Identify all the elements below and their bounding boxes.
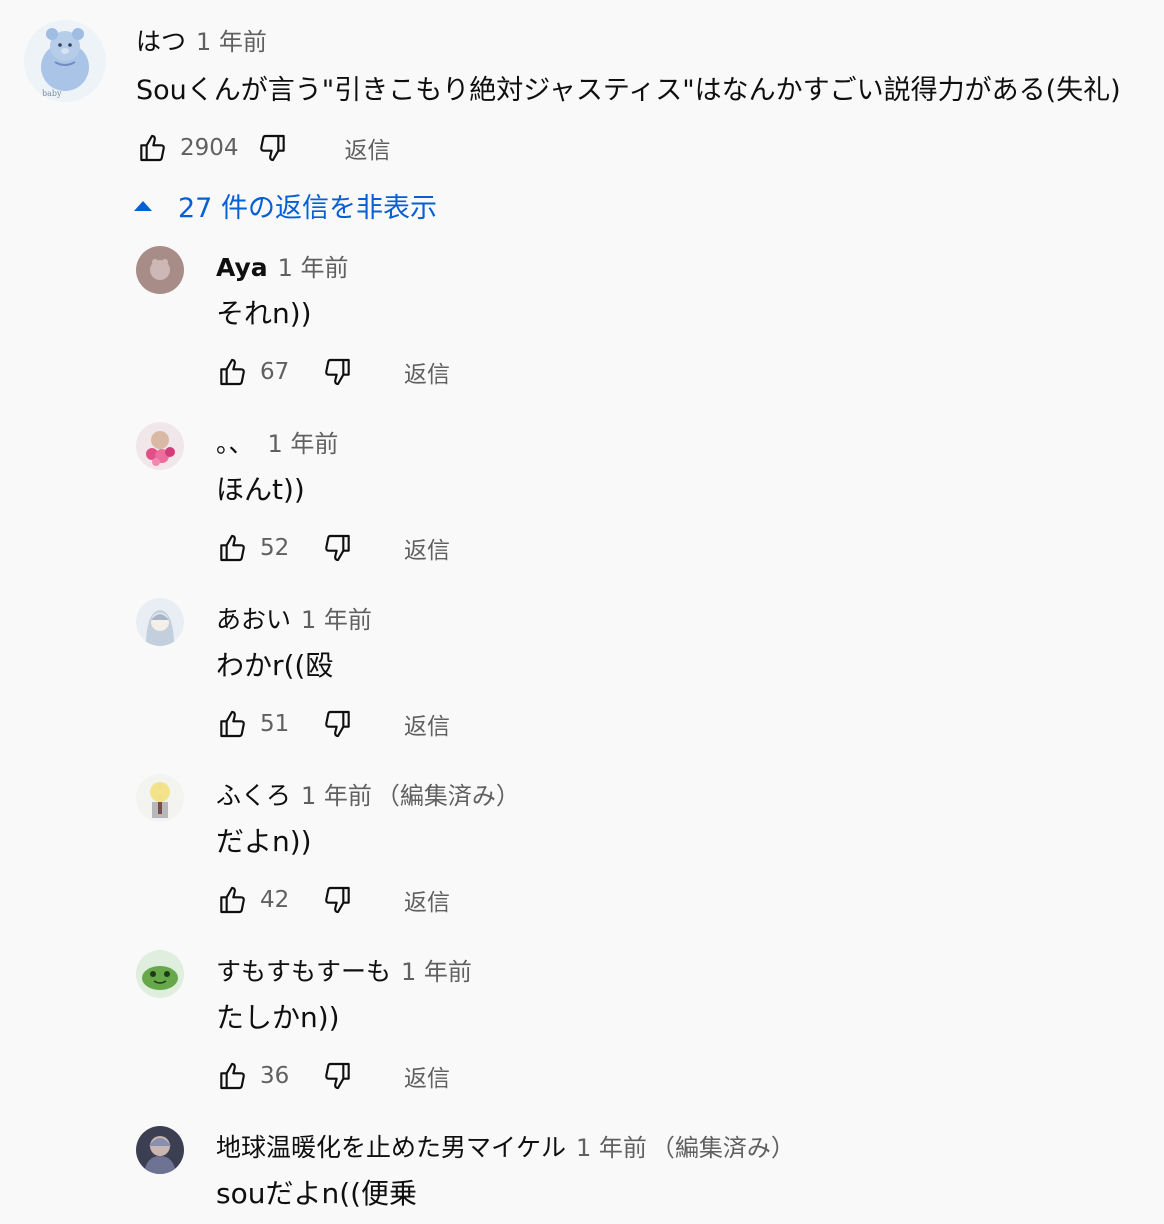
avatar[interactable] xyxy=(136,246,184,294)
timestamp[interactable]: 1 年前 xyxy=(268,424,339,459)
thumbs-down-icon[interactable] xyxy=(320,882,356,918)
timestamp[interactable]: 1 年前 xyxy=(301,600,372,635)
like-count: 67 xyxy=(260,359,290,385)
author-name[interactable]: ふくろ xyxy=(216,776,291,812)
thumbs-up-icon[interactable] xyxy=(214,530,250,566)
thumbs-down-icon[interactable] xyxy=(320,530,356,566)
comment-actions: 67 返信 xyxy=(214,352,450,392)
comment-text: わかr((殴 xyxy=(216,649,334,682)
edited-label: （編集済み） xyxy=(650,1134,795,1162)
comment-text: たしかn)) xyxy=(216,1001,340,1034)
thumbs-down-icon[interactable] xyxy=(320,1058,356,1094)
comment-actions: 36 返信 xyxy=(214,1056,450,1096)
thumbs-up-icon[interactable] xyxy=(214,354,250,390)
thumbs-down-icon[interactable] xyxy=(255,130,291,166)
comment-actions: 52 返信 xyxy=(214,528,450,568)
avatar[interactable] xyxy=(136,950,184,998)
thumbs-up-icon[interactable] xyxy=(214,1058,250,1094)
comments-section: baby はつ 1 年前 Souくんが言う"引きこもり絶対ジャスティス"はなんか… xyxy=(0,0,1164,1224)
avatar[interactable] xyxy=(136,598,184,646)
author-name[interactable]: すもすもすーも xyxy=(216,952,391,988)
comment-text: souだよn((便乗 xyxy=(216,1177,418,1210)
author-name[interactable]: Aya xyxy=(216,253,268,282)
comment-header: 地球温暖化を止めた男マイケル 1 年前 （編集済み） xyxy=(216,1128,795,1164)
comment-actions: 2904 返信 xyxy=(134,128,391,168)
author-name[interactable]: 地球温暖化を止めた男マイケル xyxy=(216,1128,566,1164)
hide-replies-button[interactable]: 27 件の返信を非表示 xyxy=(134,186,437,225)
timestamp[interactable]: 1 年前 xyxy=(301,776,372,811)
comment-header: あおい 1 年前 xyxy=(216,600,372,636)
thumbs-up-icon[interactable] xyxy=(214,882,250,918)
timestamp[interactable]: 1 年前 xyxy=(278,248,349,283)
reply-button[interactable]: 返信 xyxy=(404,883,450,917)
reply-button[interactable]: 返信 xyxy=(404,707,450,741)
hide-replies-label: 27 件の返信を非表示 xyxy=(178,193,437,224)
comment-header: 。、 1 年前 xyxy=(216,424,338,460)
comment-header: ふくろ 1 年前 （編集済み） xyxy=(216,776,520,812)
comment-header: Aya 1 年前 xyxy=(216,248,349,283)
timestamp[interactable]: 1 年前 xyxy=(196,22,267,57)
thumbs-down-icon[interactable] xyxy=(320,354,356,390)
author-name[interactable]: はつ xyxy=(136,22,186,58)
thumbs-up-icon[interactable] xyxy=(134,130,170,166)
author-name[interactable]: 。、 xyxy=(216,424,254,460)
avatar[interactable]: baby xyxy=(24,20,106,102)
avatar[interactable] xyxy=(136,774,184,822)
reply-button[interactable]: 返信 xyxy=(404,1059,450,1093)
avatar-logo-text: baby xyxy=(42,89,62,98)
reply-button[interactable]: 返信 xyxy=(404,355,450,389)
timestamp[interactable]: 1 年前 xyxy=(401,952,472,987)
comment-text: ほんt)) xyxy=(216,473,305,506)
like-count: 52 xyxy=(260,535,290,561)
reply-button[interactable]: 返信 xyxy=(404,531,450,565)
like-count: 2904 xyxy=(180,135,239,161)
comment-actions: 51 返信 xyxy=(214,704,450,744)
like-count: 42 xyxy=(260,887,290,913)
avatar[interactable] xyxy=(136,422,184,470)
thumbs-down-icon[interactable] xyxy=(320,706,356,742)
avatar[interactable] xyxy=(136,1126,184,1174)
like-count: 36 xyxy=(260,1063,290,1089)
reply-button[interactable]: 返信 xyxy=(345,131,391,165)
timestamp[interactable]: 1 年前 xyxy=(576,1128,647,1163)
thumbs-up-icon[interactable] xyxy=(214,706,250,742)
comment-text: だよn)) xyxy=(216,825,312,858)
like-count: 51 xyxy=(260,711,290,737)
comment-header: はつ 1 年前 xyxy=(136,22,267,58)
author-name[interactable]: あおい xyxy=(216,600,291,636)
comment-actions: 42 返信 xyxy=(214,880,450,920)
caret-up-icon xyxy=(134,200,152,211)
edited-label: （編集済み） xyxy=(375,782,520,810)
comment-text: Souくんが言う"引きこもり絶対ジャスティス"はなんかすごい説得力がある(失礼) xyxy=(136,75,1121,106)
comment-header: すもすもすーも 1 年前 xyxy=(216,952,472,988)
comment-text: それn)) xyxy=(216,297,312,330)
